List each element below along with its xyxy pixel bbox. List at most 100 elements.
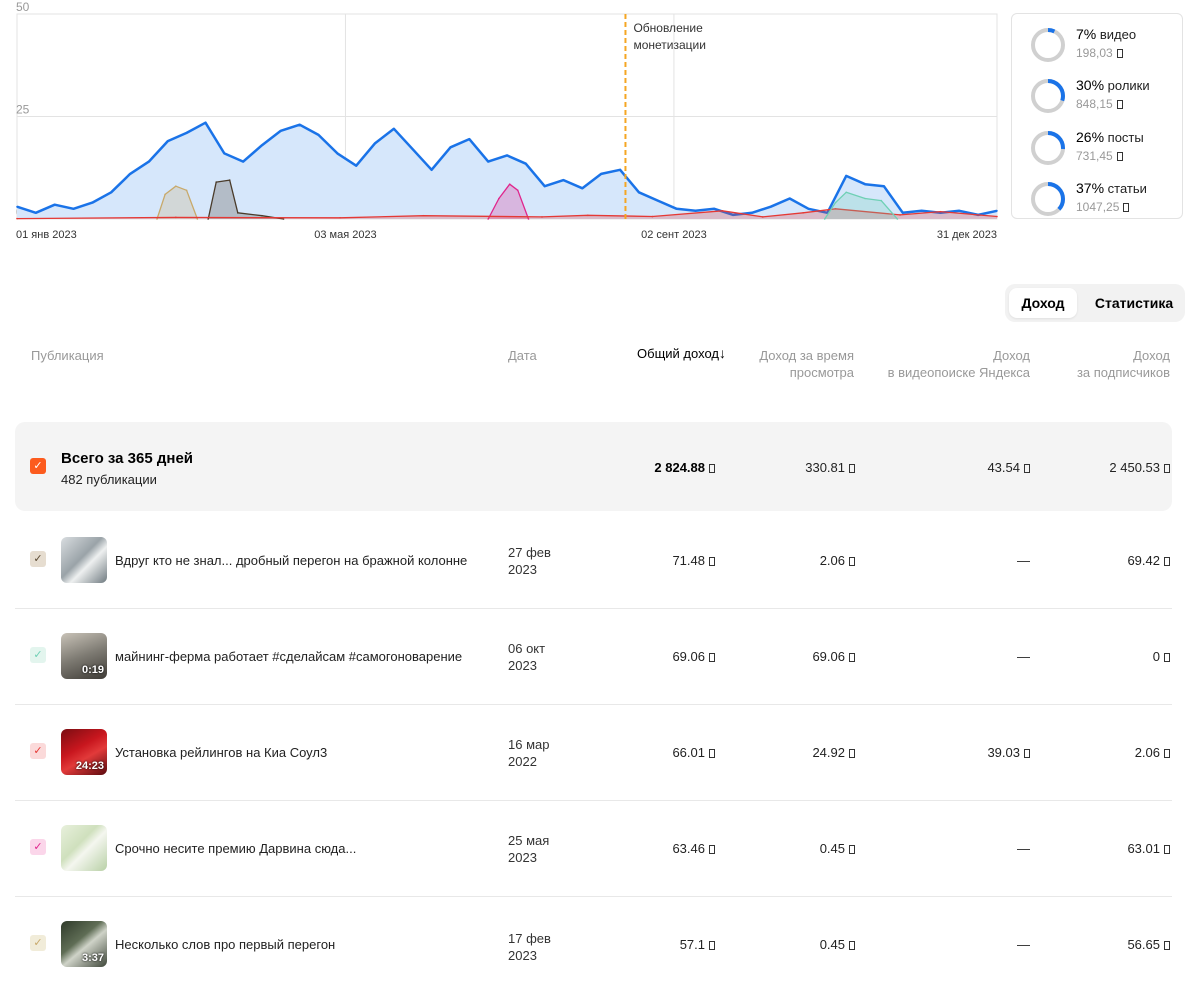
data-point: [939, 210, 942, 213]
data-point: [261, 214, 263, 217]
publication-thumbnail[interactable]: [61, 537, 107, 583]
data-point: [834, 201, 837, 204]
data-point: [91, 201, 94, 204]
data-point: [374, 142, 376, 144]
header-date[interactable]: Дата: [508, 347, 537, 364]
ruble-icon: [1116, 49, 1123, 58]
x-tick-label: 03 мая 2023: [314, 229, 376, 241]
check-icon: ✓: [33, 744, 43, 757]
total-row: ✓ Всего за 365 дней 482 публикации 2 824…: [15, 422, 1172, 511]
total-income-value: 2 824.88: [654, 460, 715, 475]
publication-title[interactable]: Вдруг кто не знал... дробный перегон на …: [115, 553, 467, 568]
data-point: [638, 191, 640, 194]
donut-progress-icon: [1031, 79, 1065, 113]
y-tick-label: 25: [16, 103, 30, 117]
breakdown-percent-label: 7% видео: [1076, 26, 1137, 42]
y-tick-label: 50: [16, 0, 30, 14]
ruble-icon: [849, 653, 855, 662]
breakdown-item-posts: 26% посты 731,45: [1030, 127, 1180, 167]
ruble-icon: [849, 464, 855, 473]
header-view-time-income[interactable]: Доход за время просмотра: [720, 347, 854, 381]
row-checkbox[interactable]: ✓: [30, 743, 46, 759]
check-icon: ✓: [33, 648, 43, 661]
data-point: [129, 173, 131, 175]
publication-title[interactable]: майнинг-ферма работает #сделайсам #самог…: [115, 649, 462, 664]
total-income-value: 71.48: [672, 553, 715, 568]
tab-income[interactable]: Доход: [1009, 288, 1077, 318]
data-point: [996, 215, 998, 218]
publication-thumbnail[interactable]: 3:37: [61, 921, 107, 967]
data-point: [53, 203, 56, 206]
breakdown-amount: 848,15: [1076, 97, 1123, 111]
publication-date: 06 окт 2023: [508, 641, 546, 673]
data-point: [751, 212, 753, 214]
video-duration: 0:19: [81, 664, 104, 676]
total-income-value: 63.46: [672, 841, 715, 856]
row-checkbox[interactable]: ✓: [30, 935, 46, 951]
publication-title[interactable]: Несколько слов про первый перегон: [115, 937, 335, 952]
ruble-icon: [1164, 845, 1170, 854]
row-checkbox[interactable]: ✓: [30, 839, 46, 855]
video-search-income-value: —: [1017, 649, 1030, 664]
data-point: [864, 197, 866, 200]
data-point: [16, 217, 18, 220]
data-point: [651, 215, 654, 218]
publication-thumbnail[interactable]: [61, 825, 107, 871]
data-point: [541, 216, 543, 218]
data-point: [430, 169, 433, 171]
ruble-icon: [1164, 557, 1170, 566]
total-video-search-value: 43.54: [987, 460, 1030, 475]
data-point: [175, 216, 177, 219]
header-publication[interactable]: Публикация: [31, 347, 104, 364]
view-time-income-value: 2.06: [820, 553, 855, 568]
ruble-icon: [1024, 464, 1030, 473]
data-point: [185, 189, 188, 192]
data-point: [110, 191, 113, 194]
data-point: [845, 175, 848, 177]
data-point: [581, 187, 584, 190]
data-point: [498, 197, 500, 200]
data-point: [35, 212, 37, 214]
income-chart: 0255001 янв 202303 мая 202302 сент 20233…: [0, 0, 1000, 250]
video-duration: 3:37: [81, 952, 104, 964]
view-time-income-value: 69.06: [812, 649, 855, 664]
publication-title[interactable]: Срочно несите премию Дарвина сюда...: [115, 841, 356, 856]
table-row[interactable]: ✓ 24:23 Установка рейлингов на Киа Соул3…: [15, 704, 1172, 801]
data-point: [996, 210, 998, 212]
ruble-icon: [1164, 464, 1170, 473]
table-row[interactable]: ✓ Срочно несите премию Дарвина сюда... 2…: [15, 800, 1172, 897]
total-view-time-value: 330.81: [805, 460, 855, 475]
data-point: [525, 162, 527, 165]
table-row[interactable]: ✓ Вдруг кто не знал... дробный перегон н…: [15, 512, 1172, 609]
subscribers-income-value: 69.42: [1127, 553, 1170, 568]
table-row[interactable]: ✓ 0:19 майнинг-ферма работает #сделайсам…: [15, 608, 1172, 705]
check-icon: ✓: [33, 840, 43, 853]
header-total-income[interactable]: Общий доход↓: [600, 345, 726, 362]
publication-thumbnail[interactable]: 0:19: [61, 633, 107, 679]
ruble-icon: [709, 941, 715, 950]
tab-statistics[interactable]: Статистика: [1087, 288, 1181, 318]
x-tick-label: 01 янв 2023: [16, 229, 77, 241]
view-tabs: Доход Статистика: [1005, 284, 1185, 322]
data-point: [280, 130, 282, 132]
select-all-checkbox[interactable]: ✓: [30, 458, 46, 474]
publication-thumbnail[interactable]: 24:23: [61, 729, 107, 775]
row-checkbox[interactable]: ✓: [30, 551, 46, 567]
data-point: [422, 214, 425, 217]
publication-date: 27 фев 2023: [508, 545, 551, 577]
data-point: [204, 121, 207, 124]
view-time-income-value: 24.92: [812, 745, 855, 760]
publication-title[interactable]: Установка рейлингов на Киа Соул3: [115, 745, 327, 760]
header-subscribers-income[interactable]: Доход за подписчиков: [1040, 347, 1170, 381]
data-point: [506, 154, 508, 157]
data-point: [562, 179, 565, 181]
data-point: [543, 185, 546, 187]
header-video-search-income[interactable]: Доход в видеопоиске Яндекса: [860, 347, 1030, 381]
data-point: [215, 181, 218, 183]
data-point: [393, 128, 395, 130]
row-checkbox[interactable]: ✓: [30, 647, 46, 663]
content-type-breakdown: 7% видео 198,03 30% ролики 848,15 26% по…: [1011, 13, 1183, 219]
data-point: [694, 210, 697, 212]
table-row[interactable]: ✓ 3:37 Несколько слов про первый перегон…: [15, 896, 1172, 992]
ruble-icon: [1116, 152, 1123, 161]
